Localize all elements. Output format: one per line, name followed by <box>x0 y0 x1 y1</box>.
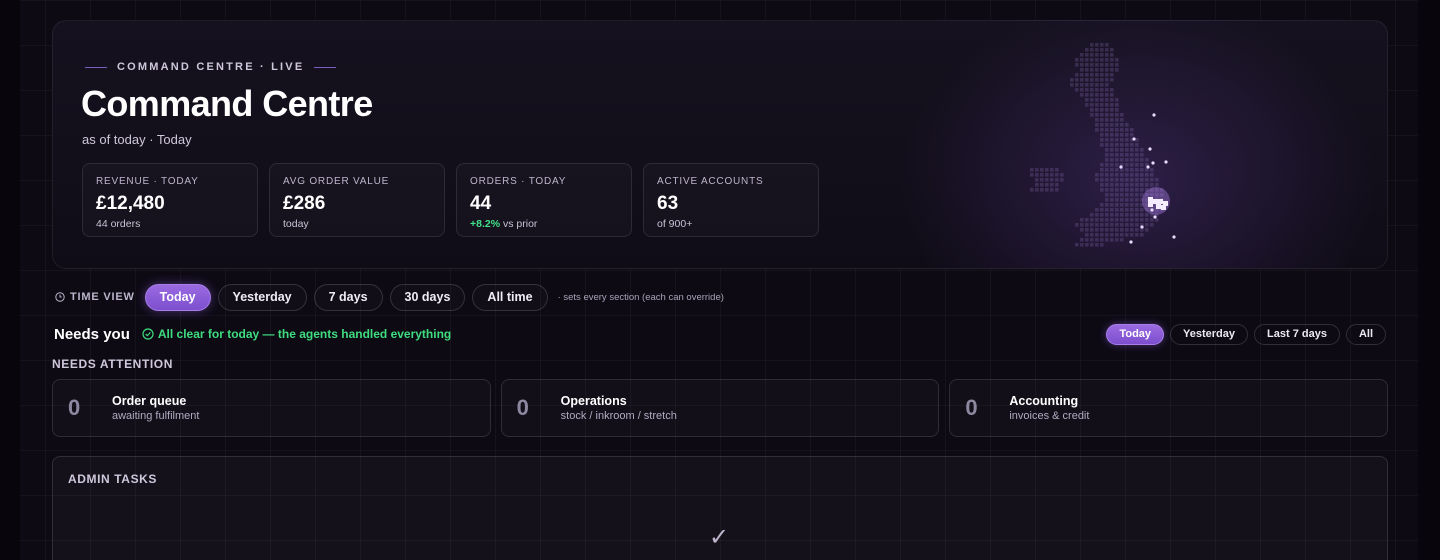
page-title: Command Centre <box>81 83 373 124</box>
eyebrow-line-right <box>314 66 337 68</box>
attention-subtitle: stock / inkroom / stretch <box>560 410 677 422</box>
needs-you-filter: Today Yesterday Last 7 days All <box>1106 323 1386 345</box>
attention-text: Accounting invoices & credit <box>1009 394 1089 422</box>
kpi-row: REVENUE · TODAY £12,480 44 orders AVG OR… <box>82 163 819 237</box>
attention-card-accounting[interactable]: 0 Accounting invoices & credit <box>949 379 1389 437</box>
attention-title: Accounting <box>1009 394 1079 408</box>
uk-dot-map-icon <box>1030 43 1176 247</box>
kpi-card-orders: ORDERS · TODAY 44 +8.2% vs prior <box>456 163 632 237</box>
page-subtitle: as of today · Today <box>82 132 192 147</box>
checkmark-icon: ✓ <box>709 524 730 551</box>
hero-eyebrow: COMMAND CENTRE · LIVE <box>85 61 337 73</box>
time-option-30-days[interactable]: 30 days <box>389 283 466 311</box>
kpi-note: +8.2% vs prior <box>470 218 618 230</box>
kpi-card-active-accounts: ACTIVE ACCOUNTS 63 of 900+ <box>643 163 819 237</box>
left-edge <box>0 0 20 560</box>
all-clear-status: All clear for today — the agents handled… <box>142 327 451 341</box>
needs-you-title: Needs you <box>54 325 130 343</box>
kpi-value: £12,480 <box>96 193 165 214</box>
time-view-label-text: TIME VIEW <box>70 291 135 303</box>
kpi-value: 63 <box>657 193 679 214</box>
hero-panel: COMMAND CENTRE · LIVE Command Centre as … <box>52 20 1388 269</box>
eyebrow-text: COMMAND CENTRE · LIVE <box>117 61 305 73</box>
attention-text: Order queue awaiting fulfilment <box>112 394 199 422</box>
attention-card-operations[interactable]: 0 Operations stock / inkroom / stretch <box>500 379 940 437</box>
attention-count: 0 <box>965 395 978 420</box>
kpi-note: of 900+ <box>657 218 693 230</box>
kpi-card-avg-order: AVG ORDER VALUE £286 today <box>269 163 445 237</box>
kpi-label: AVG ORDER VALUE <box>283 176 390 187</box>
needs-attention-heading: NEEDS ATTENTION <box>52 357 174 371</box>
attention-title: Operations <box>560 394 627 408</box>
kpi-value: £286 <box>283 193 326 214</box>
kpi-change: +8.2% <box>470 218 501 230</box>
kpi-label: ACTIVE ACCOUNTS <box>657 176 764 187</box>
time-option-all-time[interactable]: All time <box>472 283 548 311</box>
needs-attention-cards: 0 Order queue awaiting fulfilment 0 Oper… <box>52 379 1389 437</box>
filter-all[interactable]: All <box>1345 323 1386 345</box>
eyebrow-line-left <box>85 66 107 68</box>
filter-yesterday[interactable]: Yesterday <box>1170 323 1249 345</box>
time-view-label: TIME VIEW <box>55 291 135 303</box>
right-scroll-gutter <box>1418 0 1440 560</box>
kpi-label: ORDERS · TODAY <box>470 176 567 187</box>
time-option-yesterday[interactable]: Yesterday <box>217 283 307 311</box>
filter-last-7-days[interactable]: Last 7 days <box>1254 323 1340 345</box>
attention-card-order-queue[interactable]: 0 Order queue awaiting fulfilment <box>52 379 491 437</box>
kpi-value: 44 <box>470 193 492 214</box>
time-view-note: · sets every section (each can override) <box>557 291 724 303</box>
time-option-today[interactable]: Today <box>144 283 211 311</box>
needs-you-header: Needs you All clear for today — the agen… <box>54 323 1386 345</box>
attention-text: Operations stock / inkroom / stretch <box>561 394 677 422</box>
admin-tasks-panel: ADMIN TASKS ✓ <box>52 456 1388 560</box>
kpi-note: today <box>283 218 309 230</box>
admin-tasks-heading: ADMIN TASKS <box>68 472 158 486</box>
filter-today[interactable]: Today <box>1106 323 1165 345</box>
kpi-card-revenue: REVENUE · TODAY £12,480 44 orders <box>82 163 258 237</box>
clock-icon <box>55 292 65 302</box>
kpi-note: 44 orders <box>96 218 141 230</box>
attention-subtitle: invoices & credit <box>1009 410 1090 422</box>
attention-count: 0 <box>516 395 529 420</box>
all-clear-text: All clear for today — the agents handled… <box>157 327 452 341</box>
time-option-7-days[interactable]: 7 days <box>313 283 383 311</box>
attention-count: 0 <box>68 395 81 420</box>
attention-subtitle: awaiting fulfilment <box>112 410 200 422</box>
check-circle-icon <box>142 328 154 340</box>
kpi-change-suffix: vs prior <box>500 218 538 230</box>
kpi-label: REVENUE · TODAY <box>96 176 199 187</box>
attention-title: Order queue <box>112 394 187 408</box>
time-view-bar: TIME VIEW Today Yesterday 7 days 30 days… <box>55 283 724 311</box>
